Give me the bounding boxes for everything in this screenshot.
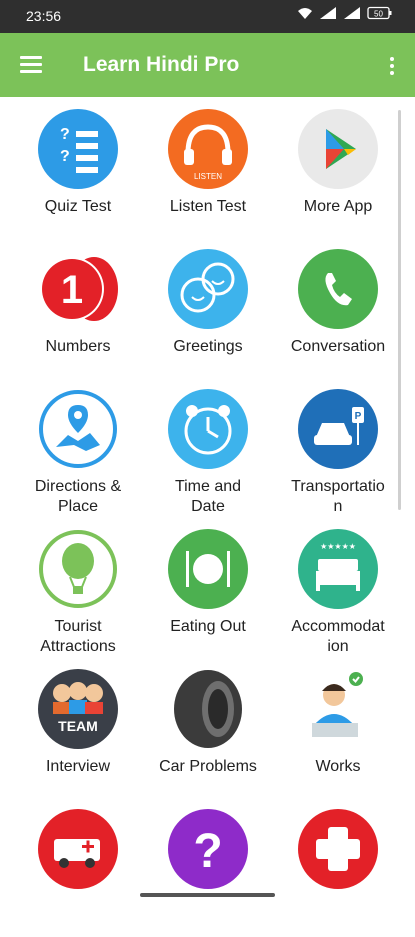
overflow-icon-dot — [390, 64, 394, 68]
signal-icon — [344, 7, 360, 19]
plate-cutlery-icon — [168, 529, 248, 609]
status-icons: 50 — [297, 6, 393, 20]
overflow-icon — [390, 57, 394, 61]
tile-label: Numbers — [45, 338, 111, 355]
svg-text:P: P — [355, 411, 362, 422]
svg-text:?: ? — [60, 126, 70, 143]
tile-car-problems[interactable]: Car Problems — [143, 657, 273, 797]
battery-icon: 50 — [367, 6, 392, 20]
svg-text:★★★★★: ★★★★★ — [320, 542, 356, 551]
lesson-grid: ? ? Quiz Test LISTEN Listen Test More Ap… — [0, 97, 415, 900]
tile-quiz-test[interactable]: ? ? Quiz Test — [13, 97, 143, 237]
menu-button[interactable] — [18, 52, 46, 78]
tile-label: Accommodat ion — [291, 618, 385, 655]
team-badge: TEAM — [58, 718, 98, 734]
tile-label: Listen Test — [169, 198, 247, 215]
tile-label: Directions & Place — [34, 478, 122, 515]
status-bar: 23:56 50 — [0, 0, 415, 33]
tile-interview[interactable]: TEAM Interview — [13, 657, 143, 797]
overflow-menu-button[interactable] — [387, 55, 397, 77]
status-time: 23:56 — [26, 8, 62, 24]
tile-conversation[interactable]: Conversation — [273, 237, 403, 377]
battery-level: 50 — [374, 10, 383, 19]
map-pin-icon — [39, 390, 117, 468]
question-icon: ? — [168, 809, 248, 889]
tile-listen-test[interactable]: LISTEN Listen Test — [143, 97, 273, 237]
tile-time-date[interactable]: Time and Date — [143, 377, 273, 517]
phone-call-icon — [298, 249, 378, 329]
tile-tourist-attractions[interactable]: Tourist Attractions — [13, 517, 143, 657]
tire-icon — [174, 670, 242, 748]
tile-accommodation[interactable]: ★★★★★ Accommodat ion — [273, 517, 403, 657]
tile-more-app[interactable]: More App — [273, 97, 403, 237]
menu-icon-bar — [20, 63, 42, 66]
numbers-icon: 1 — [40, 257, 118, 321]
tile-questions[interactable]: ? — [143, 797, 273, 937]
alarm-clock-icon — [168, 389, 248, 469]
tile-label: Tourist Attractions — [40, 618, 116, 655]
tile-emergency[interactable] — [13, 797, 143, 937]
chat-smile-icon — [168, 249, 248, 329]
tile-eating-out[interactable]: Eating Out — [143, 517, 273, 657]
svg-text:?: ? — [60, 148, 70, 165]
signal-icon — [320, 7, 336, 19]
menu-icon — [20, 56, 42, 59]
tile-greetings[interactable]: Greetings — [143, 237, 273, 377]
tile-label: Quiz Test — [44, 198, 112, 215]
app-bar: Learn Hindi Pro — [0, 33, 415, 97]
tile-numbers[interactable]: 1 Numbers — [13, 237, 143, 377]
balloon-icon — [39, 530, 117, 608]
tile-label: Eating Out — [170, 618, 246, 635]
home-indicator[interactable] — [140, 893, 275, 897]
hotel-bed-icon: ★★★★★ — [298, 529, 378, 609]
headphones-icon: LISTEN — [168, 109, 248, 189]
number-one: 1 — [61, 268, 83, 312]
ambulance-icon — [38, 809, 118, 889]
tile-label: Greetings — [173, 338, 243, 355]
medical-cross-icon — [298, 809, 378, 889]
svg-text:?: ? — [193, 825, 222, 878]
car-parking-icon: P — [298, 389, 378, 469]
tile-medical[interactable] — [273, 797, 403, 937]
team-icon: TEAM — [38, 669, 118, 749]
tile-label: Works — [315, 758, 361, 775]
tile-label: More App — [303, 198, 373, 215]
listen-badge: LISTEN — [194, 172, 222, 181]
quiz-icon: ? ? — [38, 109, 118, 189]
tile-label: Interview — [45, 758, 111, 775]
tile-transportation[interactable]: P Transportatio n — [273, 377, 403, 517]
tile-label: Car Problems — [159, 758, 257, 775]
overflow-icon-dot — [390, 71, 394, 75]
scrollbar[interactable] — [398, 110, 401, 510]
menu-icon-bar — [20, 70, 42, 73]
play-store-icon — [298, 109, 378, 189]
app-title: Learn Hindi Pro — [83, 53, 240, 76]
tile-label: Time and Date — [174, 478, 242, 515]
tile-directions-place[interactable]: Directions & Place — [13, 377, 143, 517]
tile-label: Transportatio n — [291, 478, 385, 515]
tile-works[interactable]: Works — [273, 657, 403, 797]
tile-label: Conversation — [290, 338, 386, 355]
worker-laptop-icon — [312, 672, 363, 737]
wifi-icon — [298, 8, 312, 19]
